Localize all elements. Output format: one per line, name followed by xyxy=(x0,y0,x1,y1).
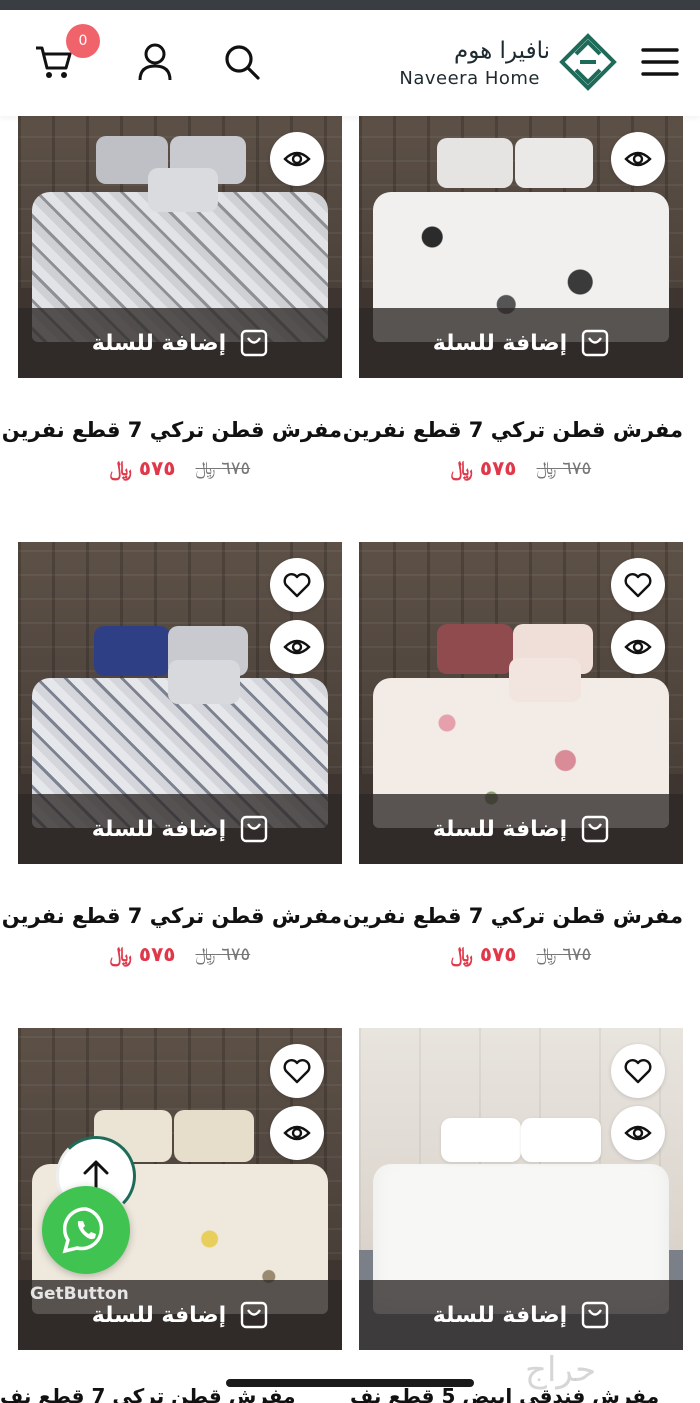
wishlist-button[interactable] xyxy=(270,558,324,612)
wishlist-button[interactable] xyxy=(270,1044,324,1098)
logo-arabic-text: نافيرا هوم xyxy=(454,38,550,64)
product-image[interactable]: إضافة للسلة xyxy=(18,542,342,864)
original-price: ٦٧٥ ﷼ xyxy=(195,943,251,965)
quick-view-button[interactable] xyxy=(270,132,324,186)
add-to-cart-label: إضافة للسلة xyxy=(432,1302,568,1328)
eye-icon xyxy=(624,151,652,167)
heart-icon xyxy=(283,1059,311,1084)
product-prices: ٥٧٥ ﷼ ٦٧٥ ﷼ xyxy=(359,456,683,480)
original-price: ٦٧٥ ﷼ xyxy=(536,943,592,965)
shopping-bag-icon xyxy=(241,815,268,843)
search-icon xyxy=(225,45,260,80)
getbutton-credit[interactable]: GetButton xyxy=(30,1284,129,1304)
product-title[interactable]: مفرش قطن تركي 7 قطع نفرين xyxy=(343,904,683,928)
shopping-bag-icon xyxy=(241,329,268,357)
product-title[interactable]: مفرش قطن تركي 7 قطع نفرين xyxy=(2,904,342,928)
eye-icon xyxy=(283,1125,311,1141)
heart-icon xyxy=(283,573,311,598)
eye-icon xyxy=(624,639,652,655)
product-image[interactable]: إضافة للسلة xyxy=(359,116,683,378)
sale-price: ٥٧٥ ﷼ xyxy=(109,942,176,966)
account-button[interactable] xyxy=(132,38,178,86)
quick-view-button[interactable] xyxy=(270,620,324,674)
sale-price: ٥٧٥ ﷼ xyxy=(450,456,517,480)
user-icon xyxy=(138,43,172,81)
add-to-cart-button[interactable]: إضافة للسلة xyxy=(359,1280,683,1350)
eye-icon xyxy=(283,639,311,655)
site-logo[interactable]: نافيرا هوم Naveera Home xyxy=(399,32,620,102)
original-price: ٦٧٥ ﷼ xyxy=(536,457,592,479)
shopping-bag-icon xyxy=(241,1301,268,1329)
whatsapp-icon xyxy=(62,1207,104,1254)
add-to-cart-label: إضافة للسلة xyxy=(432,816,568,842)
eye-icon xyxy=(624,1125,652,1141)
sale-price: ٥٧٥ ﷼ xyxy=(450,942,517,966)
product-image[interactable]: إضافة للسلة xyxy=(359,1028,683,1350)
product-title[interactable]: مفرش قطن تركي 7 قطع نفرين xyxy=(343,418,683,442)
product-prices: ٥٧٥ ﷼ ٦٧٥ ﷼ xyxy=(18,942,342,966)
shopping-bag-icon xyxy=(582,815,609,843)
add-to-cart-button[interactable]: إضافة للسلة xyxy=(359,794,683,864)
add-to-cart-label: إضافة للسلة xyxy=(91,330,227,356)
quick-view-button[interactable] xyxy=(611,1106,665,1160)
product-card[interactable]: إضافة للسلة مفرش قطن تركي 7 قطع نفرين ٥٧… xyxy=(343,116,683,480)
logo-mark-icon xyxy=(559,33,617,91)
cart-count-badge: 0 xyxy=(66,24,100,58)
product-card[interactable]: إضافة للسلة مفرش قطن تركي 7 قطع نفرين ٥٧… xyxy=(2,116,342,480)
product-card[interactable]: إضافة للسلة مفرش قطن تركي 7 قطع نفرين ٥٧… xyxy=(2,542,342,966)
quick-view-button[interactable] xyxy=(270,1106,324,1160)
logo-english-text: Naveera Home xyxy=(399,68,540,89)
add-to-cart-label: إضافة للسلة xyxy=(91,1302,227,1328)
product-prices: ٥٧٥ ﷼ ٦٧٥ ﷼ xyxy=(18,456,342,480)
add-to-cart-button[interactable]: إضافة للسلة xyxy=(18,794,342,864)
heart-icon xyxy=(624,1059,652,1084)
wishlist-button[interactable] xyxy=(611,558,665,612)
hamburger-menu-icon xyxy=(641,48,679,76)
add-to-cart-button[interactable]: إضافة للسلة xyxy=(18,308,342,378)
wishlist-button[interactable] xyxy=(611,1044,665,1098)
quick-view-button[interactable] xyxy=(611,620,665,674)
menu-button[interactable] xyxy=(638,40,682,84)
product-image[interactable]: إضافة للسلة xyxy=(18,116,342,378)
eye-icon xyxy=(283,151,311,167)
site-header: 0 نافيرا هوم Naveera Home xyxy=(0,10,700,116)
sale-price: ٥٧٥ ﷼ xyxy=(109,456,176,480)
home-indicator[interactable] xyxy=(226,1379,474,1387)
shopping-bag-icon xyxy=(582,329,609,357)
original-price: ٦٧٥ ﷼ xyxy=(195,457,251,479)
product-card[interactable]: إضافة للسلة xyxy=(359,1028,683,1350)
whatsapp-chat-button[interactable] xyxy=(42,1186,130,1274)
product-title[interactable]: مفرش قطن تركي 7 قطع نفرين xyxy=(2,418,342,442)
search-button[interactable] xyxy=(218,38,266,86)
add-to-cart-label: إضافة للسلة xyxy=(432,330,568,356)
heart-icon xyxy=(624,573,652,598)
product-card[interactable]: إضافة للسلة مفرش قطن تركي 7 قطع نفرين ٥٧… xyxy=(343,542,683,966)
product-image[interactable]: إضافة للسلة xyxy=(359,542,683,864)
watermark: حراج xyxy=(525,1350,597,1390)
quick-view-button[interactable] xyxy=(611,132,665,186)
add-to-cart-button[interactable]: إضافة للسلة xyxy=(359,308,683,378)
add-to-cart-label: إضافة للسلة xyxy=(91,816,227,842)
shopping-bag-icon xyxy=(582,1301,609,1329)
product-prices: ٥٧٥ ﷼ ٦٧٥ ﷼ xyxy=(359,942,683,966)
